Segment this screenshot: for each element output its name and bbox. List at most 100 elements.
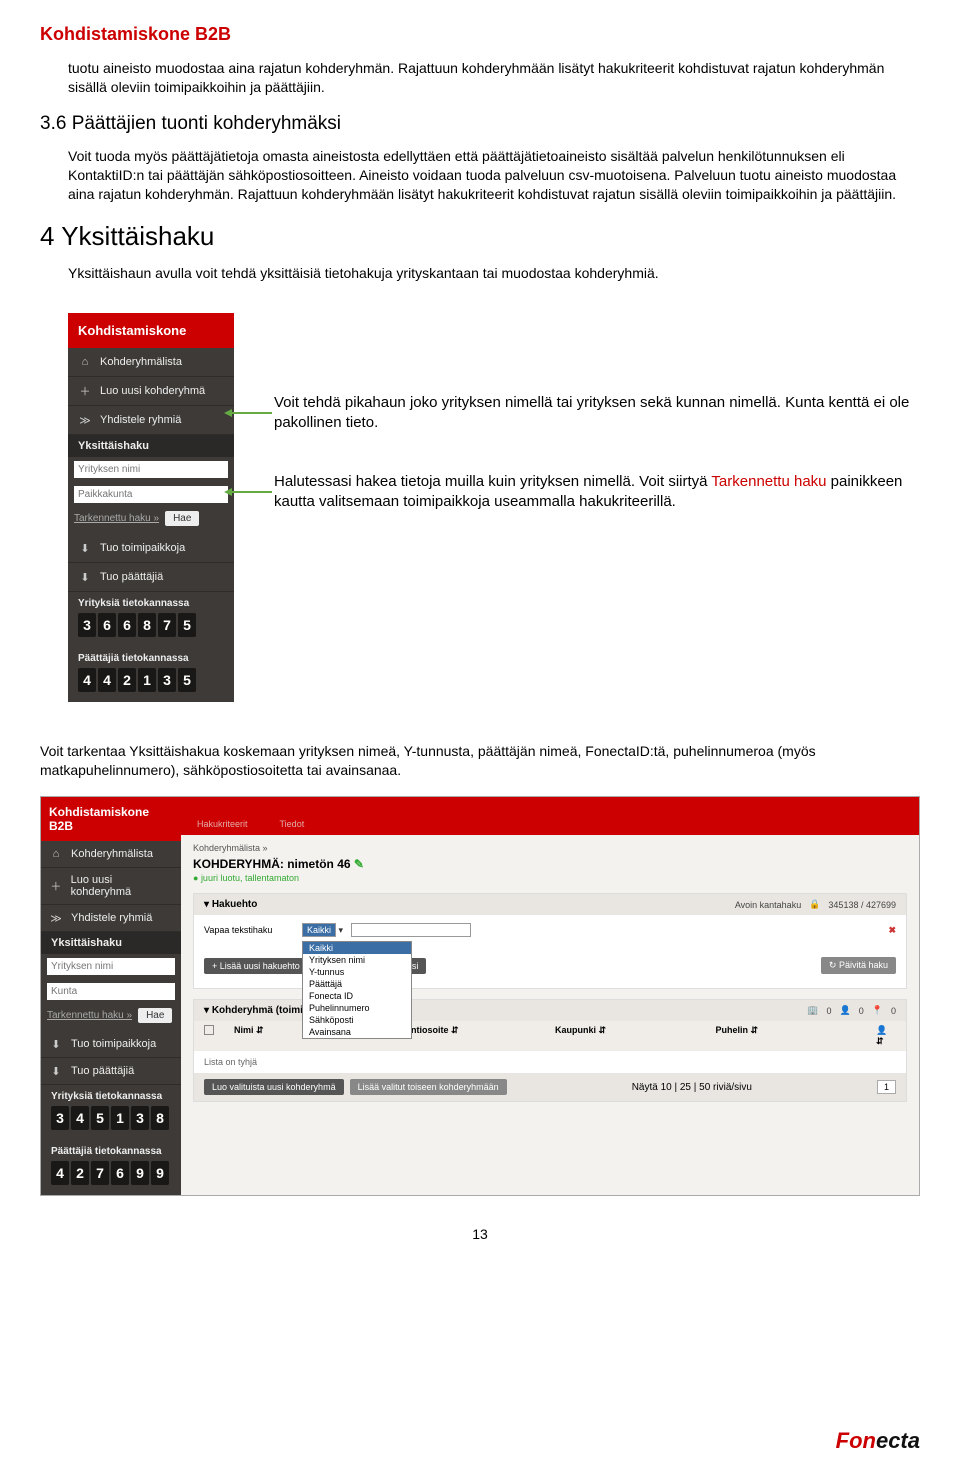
advanced-search-link[interactable]: Tarkennettu haku »: [74, 513, 159, 524]
digit: 5: [178, 668, 196, 692]
digit: 4: [78, 668, 96, 692]
filter-value-input[interactable]: [351, 923, 471, 937]
title-text: KOHDERYHMÄ: nimetön 46: [193, 857, 351, 871]
fonecta-logo: Fonecta: [836, 1428, 920, 1454]
company-name-input[interactable]: [47, 958, 175, 975]
dropdown-option[interactable]: Fonecta ID: [303, 990, 411, 1002]
tab-hakukriteerit[interactable]: Hakukriteerit: [181, 813, 264, 835]
dropdown-option[interactable]: Y-tunnus: [303, 966, 411, 978]
digit: 8: [138, 613, 156, 637]
digit: 3: [78, 613, 96, 637]
counter1-label: Yrityksiä tietokannassa: [51, 1091, 171, 1102]
breadcrumb[interactable]: Kohderyhmälista »: [193, 843, 907, 853]
dropdown-selected: Kaikki: [302, 923, 336, 937]
column-header[interactable]: Käyntiosoite ⇵: [395, 1025, 536, 1047]
arrow-icon: [224, 403, 274, 423]
sidebar-item-yhdistele[interactable]: ≫Yhdistele ryhmiä: [41, 905, 181, 932]
digit: 9: [131, 1161, 149, 1185]
digit: 5: [91, 1106, 109, 1130]
sidebar-item-label: Tuo päättäjiä: [100, 571, 163, 583]
sidebar-item-label: Tuo päättäjiä: [71, 1065, 134, 1077]
digit: 6: [118, 613, 136, 637]
counter2: 4 4 2 1 3 5: [78, 668, 224, 692]
sidebar-item-kohderyhmalista[interactable]: ⌂ Kohderyhmälista: [41, 841, 181, 868]
advanced-search-link[interactable]: Tarkennettu haku »: [47, 1010, 132, 1021]
sidebar-item-label: Kohderyhmälista: [71, 848, 153, 860]
import-icon: ⬇: [78, 570, 92, 584]
sidebar-item-label: Yhdistele ryhmiä: [100, 414, 181, 426]
sidebar-item-luo-uusi[interactable]: ＋ Luo uusi kohderyhmä: [68, 377, 234, 406]
tab-tiedot[interactable]: Tiedot: [264, 813, 321, 835]
callout-text-a: Halutessasi hakea tietoja muilla kuin yr…: [274, 473, 711, 490]
paragraph-1: tuotu aineisto muodostaa aina rajatun ko…: [68, 59, 920, 97]
filter-type-dropdown[interactable]: Kaikki ▾ Kaikki Yrityksen nimi Y-tunnus …: [302, 925, 343, 936]
sidebar-item-tuo-paattajia[interactable]: ⬇ Tuo päättäjiä: [68, 563, 234, 592]
search-button[interactable]: Hae: [138, 1008, 172, 1023]
sidebar-item-yhdistele[interactable]: ≫ Yhdistele ryhmiä: [68, 406, 234, 435]
sidebar-item-luo-uusi[interactable]: ＋Luo uusi kohderyhmä: [41, 868, 181, 905]
digit: 3: [51, 1106, 69, 1130]
yksittaishaku-label: Yksittäishaku: [68, 435, 234, 457]
lock-icon: 🔒: [809, 899, 820, 910]
locality-input[interactable]: [74, 486, 228, 503]
search-button[interactable]: Hae: [165, 511, 199, 526]
sidebar-item-tuo-paattajia[interactable]: ⬇ Tuo päättäjiä: [41, 1058, 181, 1085]
remove-row-button[interactable]: ✖: [888, 925, 896, 936]
digit: 8: [151, 1106, 169, 1130]
paragraph-3: Yksittäishaun avulla voit tehdä yksittäi…: [68, 264, 920, 283]
create-from-selection-button[interactable]: Luo valituista uusi kohderyhmä: [204, 1079, 344, 1095]
empty-list-text: Lista on tyhjä: [194, 1051, 906, 1073]
digit: 1: [111, 1106, 129, 1130]
refresh-search-button[interactable]: ↻ Päivitä haku: [821, 957, 896, 974]
column-header: 👤 ⇵: [876, 1025, 896, 1047]
company-name-input[interactable]: [74, 461, 228, 478]
kohderyhma-title: KOHDERYHMÄ: nimetön 46 ✎: [193, 857, 907, 871]
dropdown-option[interactable]: Avainsana: [303, 1026, 411, 1038]
page-number-box[interactable]: 1: [877, 1080, 896, 1094]
counter1: 3 4 5 1 3 8: [51, 1106, 171, 1130]
home-icon: ⌂: [49, 847, 63, 861]
select-all-checkbox[interactable]: [204, 1025, 214, 1035]
digit: 5: [178, 613, 196, 637]
avoin-kanta-value: 345138 / 427699: [828, 900, 896, 910]
digit: 6: [98, 613, 116, 637]
kohderyhma-panel: ▾ Kohderyhmä (toimipaikat) 🏢0 👤0 📍0 Nimi…: [193, 999, 907, 1102]
digit: 9: [151, 1161, 169, 1185]
digit: 3: [131, 1106, 149, 1130]
sidebar-item-label: Kohderyhmälista: [100, 356, 182, 368]
sidebar-item-tuo-toimipaikkoja[interactable]: ⬇ Tuo toimipaikkoja: [68, 534, 234, 563]
paragraph-2: Voit tuoda myös päättäjätietoja omasta a…: [68, 147, 920, 204]
counter2-label: Päättäjiä tietokannassa: [78, 653, 224, 664]
column-header[interactable]: Puhelin ⇵: [716, 1025, 857, 1047]
callout-1: Voit tehdä pikahaun joko yrityksen nimel…: [274, 393, 920, 432]
dropdown-option[interactable]: Kaikki: [303, 942, 411, 954]
add-criterion-button[interactable]: + Lisää uusi hakuehto: [204, 958, 308, 974]
locality-input[interactable]: [47, 983, 175, 1000]
dropdown-option[interactable]: Puhelinnumero: [303, 1002, 411, 1014]
section-4-heading: 4 Yksittäishaku: [40, 221, 920, 252]
sidebar-header: Kohdistamiskone: [68, 313, 234, 348]
counter2-label: Päättäjiä tietokannassa: [51, 1146, 171, 1157]
stat-value: 0: [827, 1006, 832, 1016]
page-number: 13: [40, 1226, 920, 1242]
callout-text: Voit tehdä pikahaun joko yrityksen nimel…: [274, 394, 909, 431]
logo-part-1: Fon: [836, 1428, 876, 1453]
paging-label[interactable]: Näytä 10 | 25 | 50 riviä/sivu: [632, 1082, 752, 1093]
digit: 3: [158, 668, 176, 692]
dropdown-option[interactable]: Yrityksen nimi: [303, 954, 411, 966]
digit: 7: [91, 1161, 109, 1185]
dropdown-option[interactable]: Sähköposti: [303, 1014, 411, 1026]
column-header[interactable]: Kaupunki ⇵: [555, 1025, 696, 1047]
logo-part-2: ecta: [876, 1428, 920, 1453]
dropdown-option[interactable]: Päättäjä: [303, 978, 411, 990]
panel-title: ▾ Hakuehto: [204, 899, 257, 910]
sidebar-item-kohderyhmalista[interactable]: ⌂ Kohderyhmälista: [68, 348, 234, 377]
import-icon: ⬇: [49, 1064, 63, 1078]
dropdown-list[interactable]: Kaikki Yrityksen nimi Y-tunnus Päättäjä …: [302, 941, 412, 1039]
sidebar-item-tuo-toimipaikkoja[interactable]: ⬇Tuo toimipaikkoja: [41, 1031, 181, 1058]
stat-icon: 🏢: [807, 1005, 818, 1016]
sidebar-item-label: Tuo toimipaikkoja: [100, 542, 185, 554]
add-to-group-button[interactable]: Lisää valitut toiseen kohderyhmään: [350, 1079, 507, 1095]
yksittaishaku-label: Yksittäishaku: [41, 932, 181, 954]
stat-icon: 👤: [840, 1005, 851, 1016]
